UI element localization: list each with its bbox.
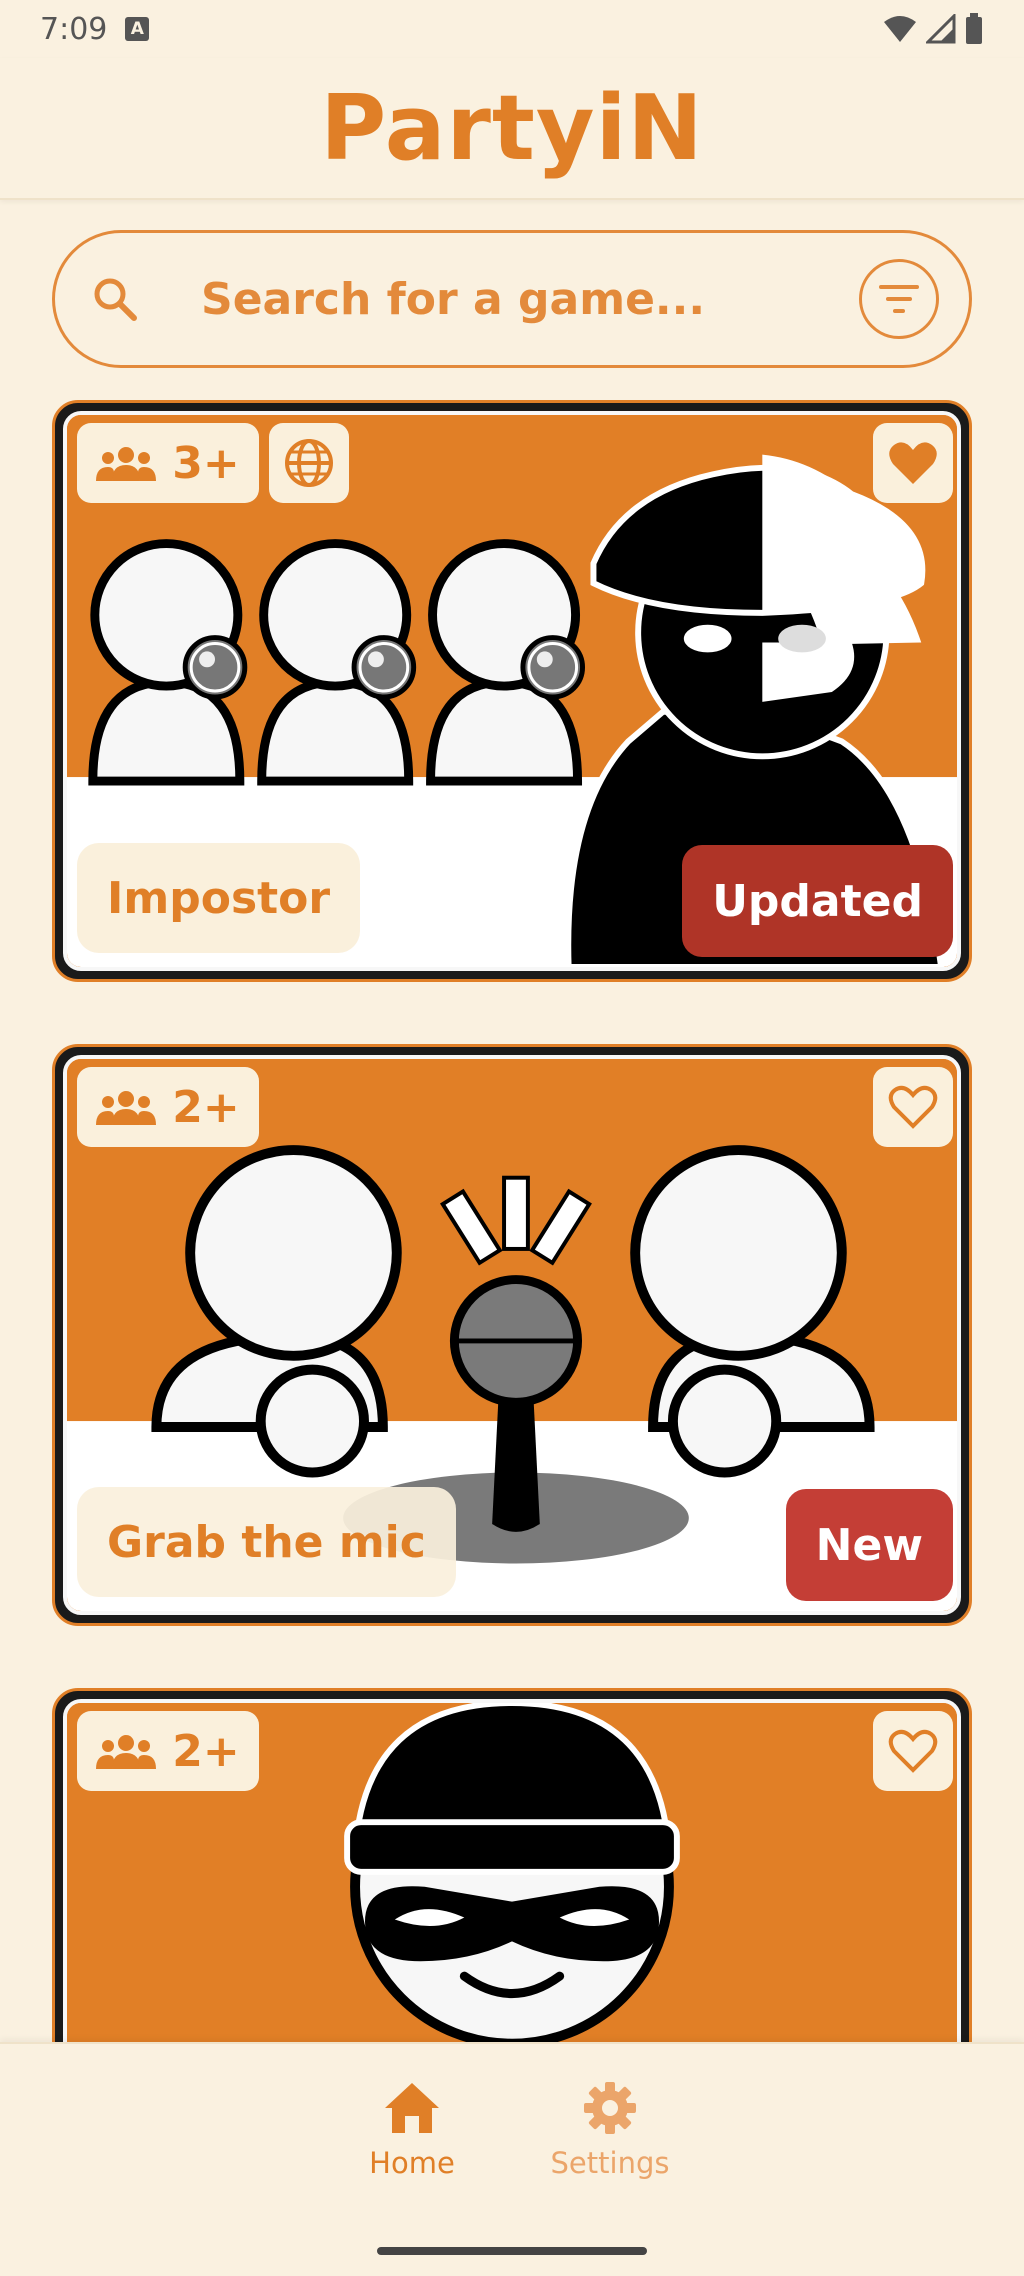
filter-button[interactable]	[859, 259, 939, 339]
home-icon	[385, 2083, 439, 2133]
game-name-chip: Impostor	[77, 843, 361, 953]
players-count: 3+	[172, 437, 240, 489]
new-badge: New	[785, 1489, 953, 1601]
favorite-button[interactable]	[873, 423, 953, 503]
game-card-grab-the-mic[interactable]: 2+ Grab the mic New	[52, 1044, 972, 1626]
nav-settings[interactable]: Settings	[540, 2080, 680, 2180]
updated-badge: Updated	[682, 845, 953, 957]
wifi-icon	[884, 16, 916, 42]
globe-icon	[285, 439, 333, 487]
globe-badge	[269, 423, 349, 503]
filter-icon	[879, 285, 919, 313]
nav-settings-label: Settings	[550, 2146, 670, 2180]
search-icon	[89, 273, 141, 325]
heart-outline-icon	[888, 1729, 938, 1773]
signal-icon	[926, 14, 956, 44]
app-title: PartyiN	[320, 75, 704, 181]
heart-outline-icon	[888, 1085, 938, 1129]
search-bar[interactable]: Search for a game...	[52, 230, 972, 368]
status-bar: 7:09 A	[0, 0, 1024, 58]
search-input[interactable]: Search for a game...	[201, 274, 859, 325]
game-name-chip: Grab the mic	[77, 1487, 456, 1597]
game-card-inner: 3+ Impostor Updated	[63, 411, 961, 971]
players-badge: 2+	[77, 1067, 259, 1147]
people-icon	[96, 1091, 157, 1125]
nav-home[interactable]: Home	[342, 2080, 482, 2180]
app-header: PartyiN	[0, 58, 1024, 200]
status-icons	[882, 13, 984, 45]
people-icon	[96, 447, 157, 481]
battery-icon	[966, 13, 982, 44]
players-badge: 2+	[77, 1711, 259, 1791]
status-time: 7:09	[40, 11, 108, 47]
gear-icon	[584, 2082, 636, 2134]
status-label: New	[815, 1519, 923, 1571]
favorite-button[interactable]	[873, 1711, 953, 1791]
status-label: Updated	[712, 875, 923, 927]
players-count: 2+	[172, 1725, 240, 1777]
favorite-button[interactable]	[873, 1067, 953, 1147]
game-card-inner: 2+ Grab the mic New	[63, 1055, 961, 1615]
game-name: Impostor	[107, 872, 331, 924]
game-name: Grab the mic	[107, 1516, 426, 1568]
people-icon	[96, 1735, 157, 1769]
players-badge: 3+	[77, 423, 259, 503]
gesture-bar[interactable]	[377, 2247, 647, 2255]
game-card-inner: 2+	[63, 1699, 961, 2097]
nav-home-label: Home	[369, 2146, 455, 2180]
players-count: 2+	[172, 1081, 240, 1133]
bottom-nav: Home Settings	[0, 2042, 1024, 2276]
notification-icon: A	[125, 17, 150, 41]
heart-icon	[889, 442, 937, 484]
game-card-impostor[interactable]: 3+ Impostor Updated	[52, 400, 972, 982]
